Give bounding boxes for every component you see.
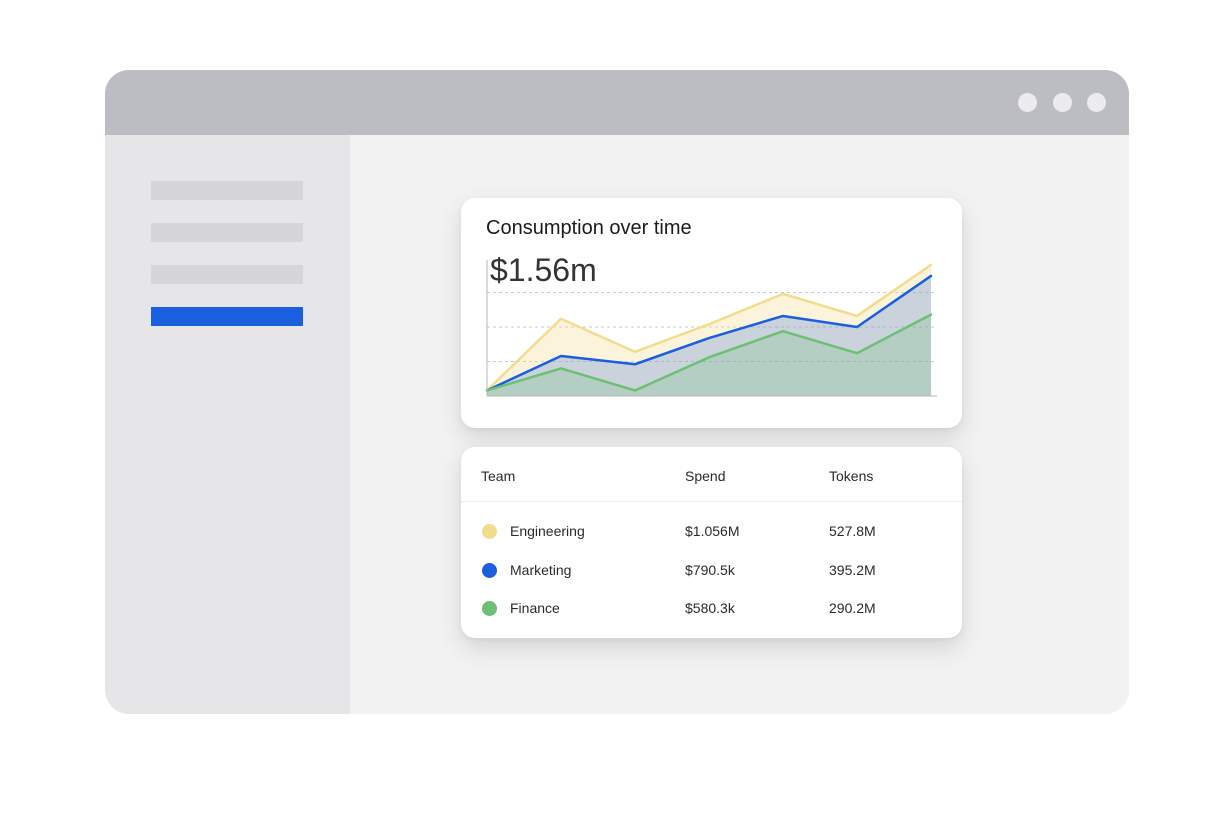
sidebar-item-placeholder-1[interactable] bbox=[151, 181, 303, 200]
team-spend: $580.3k bbox=[685, 600, 735, 616]
column-header-spend[interactable]: Spend bbox=[685, 468, 725, 484]
table-row[interactable]: Marketing $790.5k 395.2M bbox=[461, 559, 962, 583]
sidebar bbox=[105, 135, 350, 714]
window-control-dot-1[interactable] bbox=[1018, 93, 1037, 112]
window-control-dot-3[interactable] bbox=[1087, 93, 1106, 112]
team-name: Finance bbox=[510, 600, 560, 616]
table-row[interactable]: Finance $580.3k 290.2M bbox=[461, 597, 962, 621]
consumption-chart-card: Consumption over time $1.56m bbox=[461, 198, 962, 428]
team-spend: $1.056M bbox=[685, 523, 740, 539]
sidebar-item-placeholder-3[interactable] bbox=[151, 265, 303, 284]
team-spend-table: Team Spend Tokens Engineering $1.056M 52… bbox=[461, 447, 962, 638]
legend-dot-icon bbox=[482, 601, 497, 616]
team-name: Marketing bbox=[510, 562, 572, 578]
legend-dot-icon bbox=[482, 563, 497, 578]
team-tokens: 527.8M bbox=[829, 523, 876, 539]
chart-areas bbox=[487, 264, 931, 396]
table-row[interactable]: Engineering $1.056M 527.8M bbox=[461, 520, 962, 544]
window-titlebar bbox=[105, 70, 1129, 135]
table-header-divider bbox=[461, 501, 962, 502]
legend-dot-icon bbox=[482, 524, 497, 539]
sidebar-item-placeholder-2[interactable] bbox=[151, 223, 303, 242]
team-tokens: 395.2M bbox=[829, 562, 876, 578]
team-name: Engineering bbox=[510, 523, 585, 539]
team-tokens: 290.2M bbox=[829, 600, 876, 616]
column-header-tokens[interactable]: Tokens bbox=[829, 468, 873, 484]
team-spend: $790.5k bbox=[685, 562, 735, 578]
window-control-dot-2[interactable] bbox=[1053, 93, 1072, 112]
column-header-team[interactable]: Team bbox=[481, 468, 515, 484]
consumption-area-chart bbox=[485, 260, 937, 397]
sidebar-item-active[interactable] bbox=[151, 307, 303, 326]
